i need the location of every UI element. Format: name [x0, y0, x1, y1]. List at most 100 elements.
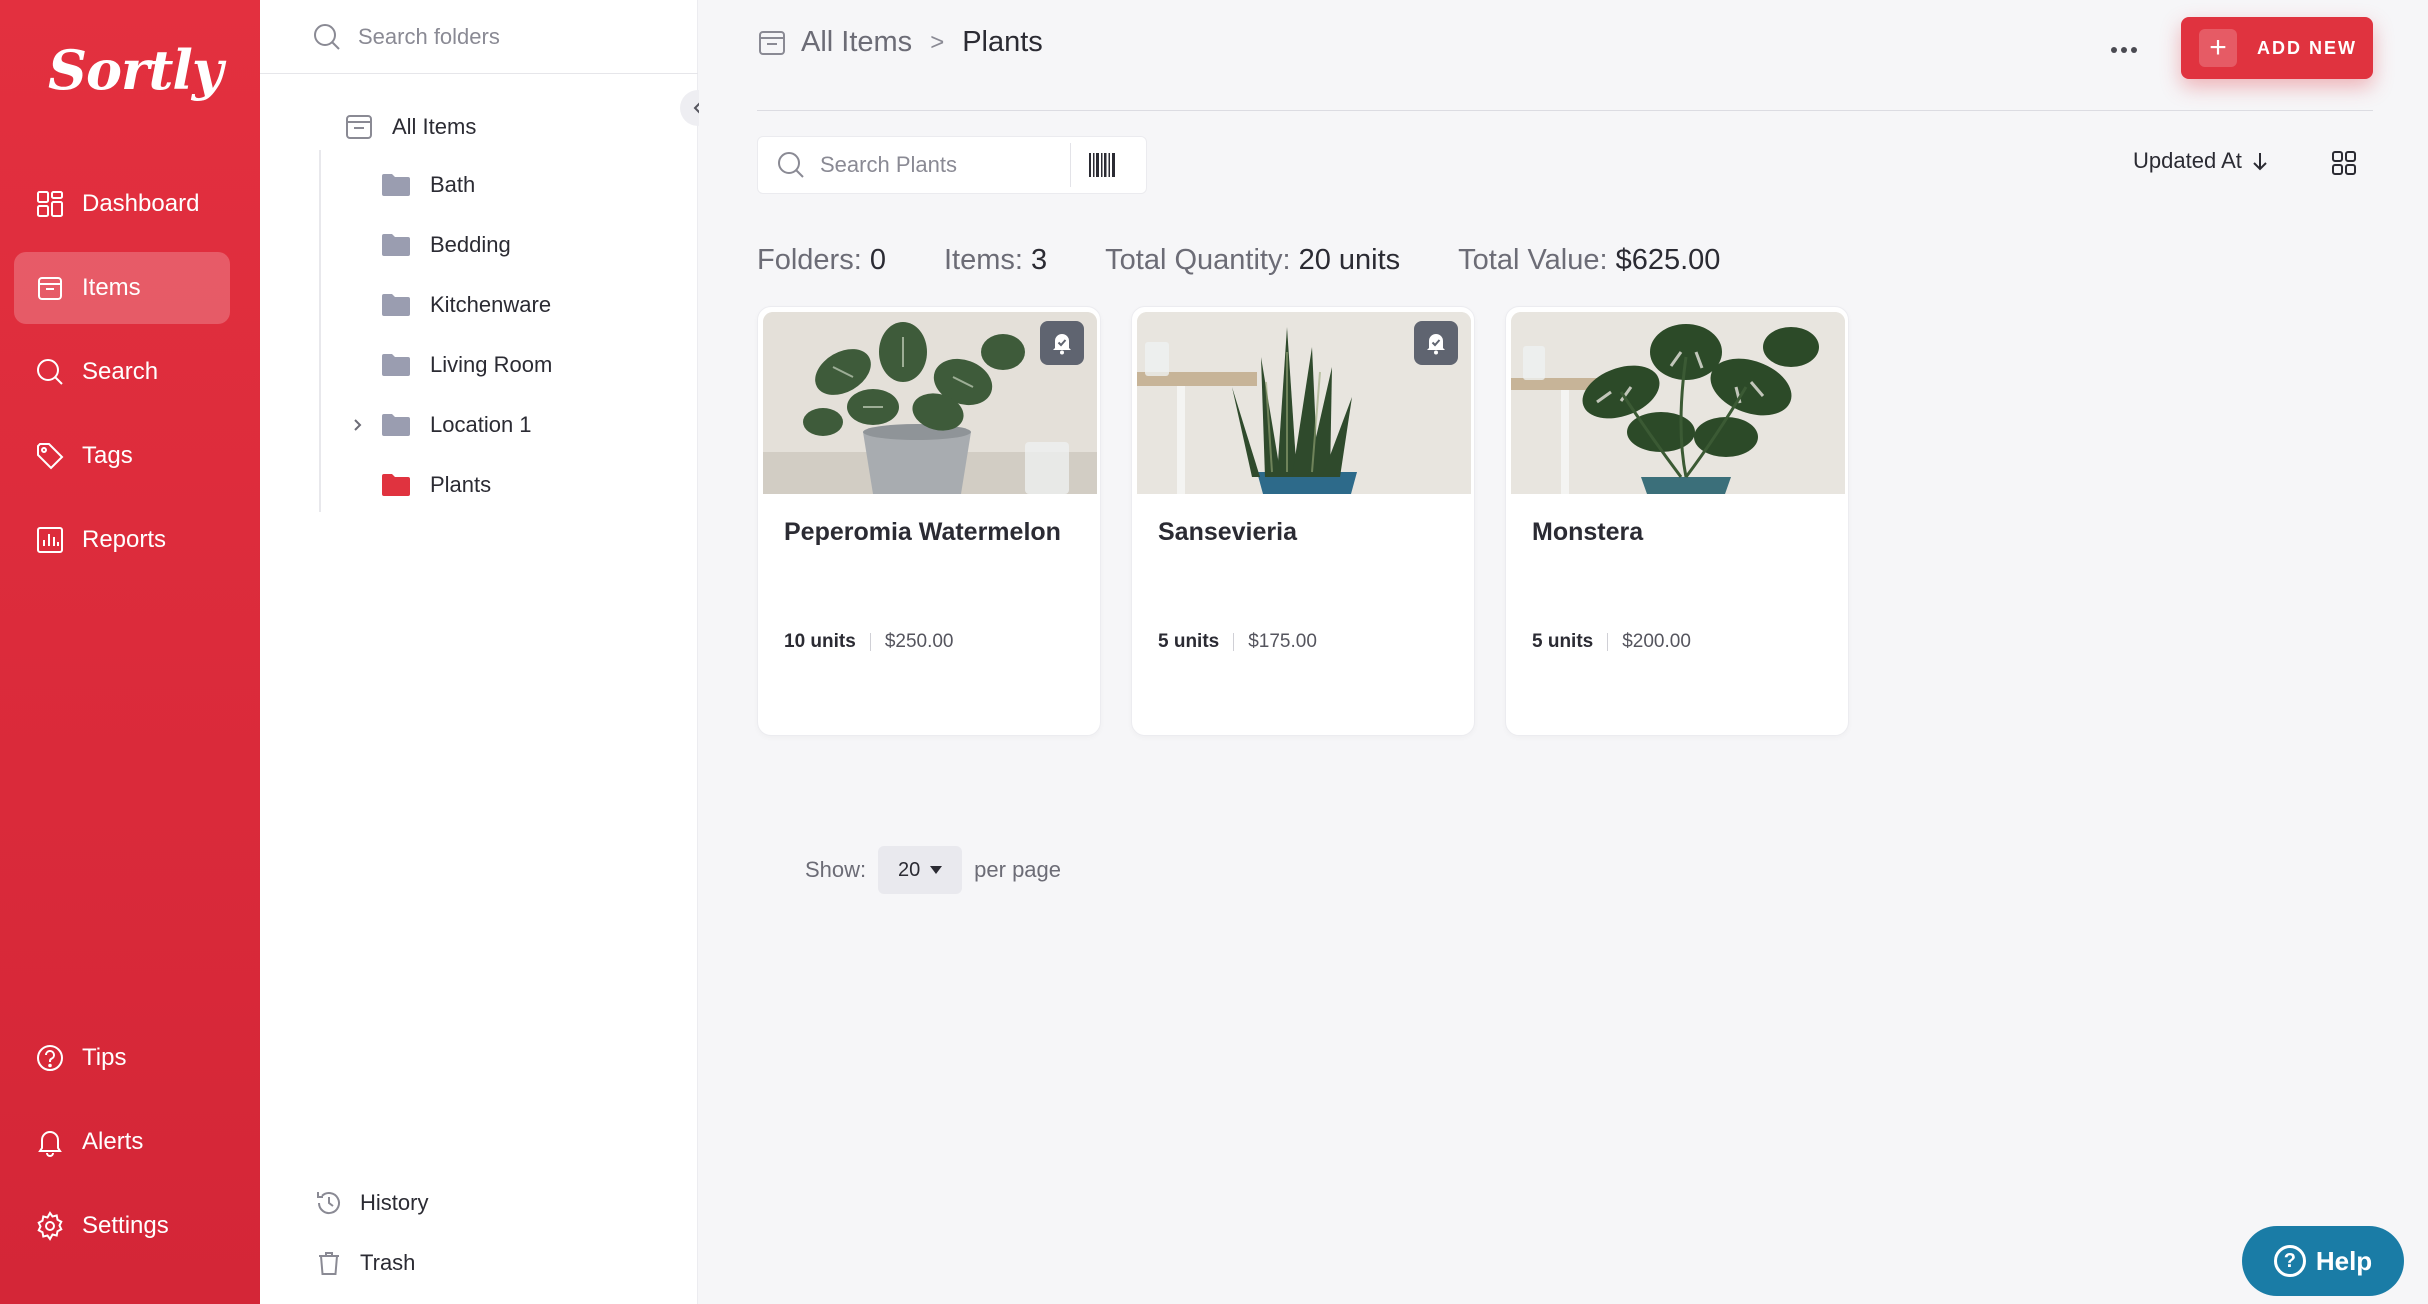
barcode-icon	[1089, 153, 1115, 177]
main-content: All Items > Plants + ADD NEW Updated At …	[699, 0, 2428, 1304]
header-divider	[757, 110, 2373, 111]
help-button[interactable]: ? Help	[2242, 1226, 2404, 1296]
stat-quantity-label: Total Quantity:	[1105, 244, 1291, 276]
page-title: Plants	[962, 26, 1043, 58]
alert-badge[interactable]	[1414, 321, 1458, 365]
folder-icon	[382, 174, 410, 196]
sort-label: Updated At	[2133, 148, 2242, 173]
nav-item-alerts[interactable]: Alerts	[14, 1106, 230, 1178]
help-question-icon: ?	[2273, 1245, 2306, 1277]
item-value: $175.00	[1248, 631, 1317, 652]
folder-all-items[interactable]: All Items	[344, 112, 476, 142]
stat-items-label: Items:	[943, 244, 1023, 276]
stat-value: Total Value: $625.00	[1458, 244, 1720, 277]
folder-label: All Items	[392, 114, 477, 139]
folder-icon	[382, 294, 410, 316]
stat-items-value: 3	[1031, 244, 1048, 276]
folder-location-1[interactable]: Location 1	[354, 412, 532, 438]
stat-quantity-value: 20 units	[1298, 244, 1401, 276]
items-icon	[346, 115, 372, 139]
summary-stats: Folders: 0 Items: 3 Total Quantity: 20 u…	[757, 244, 1778, 277]
nav-item-dashboard[interactable]: Dashboard	[14, 168, 230, 240]
stat-folders-label: Folders:	[757, 244, 862, 276]
folder-search-input[interactable]	[358, 23, 658, 50]
chevron-right-icon[interactable]	[350, 418, 364, 432]
stat-quantity: Total Quantity: 20 units	[1105, 244, 1400, 277]
folder-label: Bath	[430, 172, 476, 197]
sortly-logo[interactable]: Sortly	[48, 38, 223, 102]
breadcrumb: All Items > Plants	[757, 26, 1043, 59]
item-photo-monstera	[1511, 312, 1845, 494]
per-page-select[interactable]: 20	[878, 846, 963, 894]
arrow-down-icon	[2253, 153, 2267, 171]
nav-label-alerts: Alerts	[82, 1128, 144, 1155]
nav-item-tips[interactable]: Tips	[14, 1022, 230, 1094]
history-label: History	[360, 1190, 429, 1215]
nav-item-items[interactable]: Items	[14, 252, 230, 324]
folder-living-room[interactable]: Living Room	[380, 352, 552, 378]
stat-value-value: $625.00	[1615, 244, 1721, 276]
nav-label-reports: Reports	[82, 526, 167, 553]
nav-label-settings: Settings	[82, 1212, 169, 1239]
nav-item-tags[interactable]: Tags	[14, 420, 230, 492]
folder-label: Living Room	[430, 352, 553, 377]
main-nav: Sortly Dashboard Items Search Tags Repor…	[0, 0, 260, 1304]
items-icon	[759, 30, 785, 55]
per-page-label: per page	[974, 857, 1062, 882]
add-new-button[interactable]: + ADD NEW	[2181, 17, 2373, 79]
sort-dropdown[interactable]: Updated At	[2133, 148, 2270, 174]
stat-value-label: Total Value:	[1458, 244, 1608, 276]
help-circle-icon	[37, 1045, 63, 1071]
nav-item-settings[interactable]: Settings	[14, 1190, 230, 1262]
meta-divider	[1607, 633, 1609, 651]
folder-label: Location 1	[430, 412, 532, 437]
more-options-button[interactable]	[2099, 30, 2149, 70]
item-meta: 5 units $200.00	[1532, 631, 1691, 653]
history-link[interactable]: History	[314, 1188, 428, 1218]
breadcrumb-separator: >	[930, 28, 945, 56]
item-search-bar	[757, 136, 1147, 194]
nav-item-search[interactable]: Search	[14, 336, 230, 408]
caret-down-icon	[930, 866, 943, 874]
item-card[interactable]: Peperomia Watermelon 10 units $250.00	[757, 306, 1101, 736]
tree-guide-line	[319, 150, 321, 512]
dashboard-icon	[37, 191, 63, 217]
bell-check-icon	[1053, 334, 1071, 355]
tag-icon	[37, 443, 64, 470]
grid-view-icon[interactable]	[2329, 148, 2359, 178]
item-quantity: 5 units	[1532, 631, 1594, 652]
folder-kitchenware[interactable]: Kitchenware	[380, 292, 551, 318]
breadcrumb-all-items[interactable]: All Items	[801, 26, 912, 59]
barcode-scan-button[interactable]	[1071, 137, 1133, 193]
item-search-input[interactable]	[820, 152, 1070, 178]
plus-icon: +	[2199, 29, 2237, 67]
alert-badge[interactable]	[1040, 321, 1084, 365]
folder-bath[interactable]: Bath	[380, 172, 475, 198]
search-icon	[314, 23, 340, 50]
item-name: Peperomia Watermelon	[784, 518, 1061, 546]
item-quantity: 5 units	[1158, 631, 1220, 652]
folder-bedding[interactable]: Bedding	[380, 232, 511, 258]
more-horizontal-icon	[2111, 47, 2137, 53]
item-name: Monstera	[1532, 518, 1644, 546]
search-icon	[37, 359, 63, 385]
per-page-value: 20	[898, 858, 921, 881]
search-icon	[778, 152, 804, 178]
help-label: Help	[2315, 1245, 2373, 1276]
folder-icon	[382, 474, 410, 496]
trash-link[interactable]: Trash	[314, 1248, 415, 1278]
item-card[interactable]: Sansevieria 5 units $175.00	[1131, 306, 1475, 736]
history-icon	[317, 1192, 340, 1215]
folder-plants[interactable]: Plants	[380, 472, 491, 498]
folder-icon	[382, 414, 410, 436]
item-value: $250.00	[884, 631, 954, 652]
stat-items: Items: 3	[944, 244, 1047, 277]
stat-folders: Folders: 0	[757, 244, 886, 277]
item-card[interactable]: Monstera 5 units $200.00	[1505, 306, 1849, 736]
meta-divider	[1233, 633, 1235, 651]
item-value: $200.00	[1622, 631, 1691, 652]
folder-label: Bedding	[430, 232, 511, 257]
bell-icon	[38, 1131, 62, 1157]
item-quantity: 10 units	[784, 631, 856, 652]
nav-item-reports[interactable]: Reports	[14, 504, 230, 576]
